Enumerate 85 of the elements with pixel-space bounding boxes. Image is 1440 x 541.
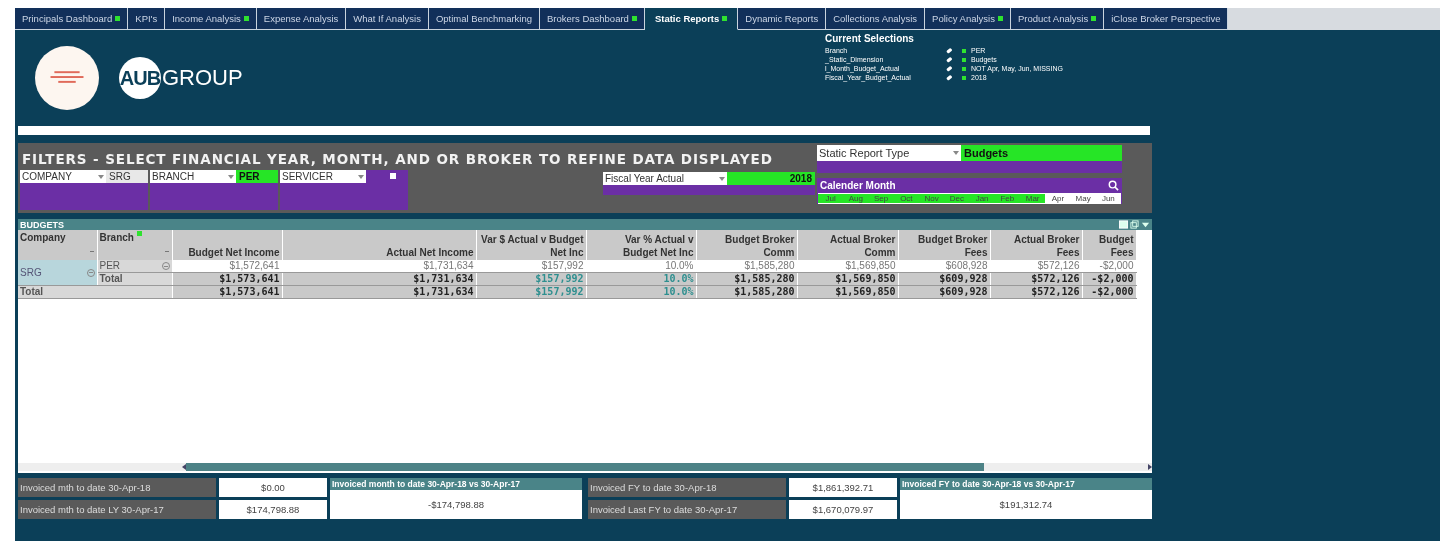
logo-wordmark: GROUP bbox=[162, 65, 243, 91]
filter-dropdown[interactable]: Static Report Type bbox=[817, 145, 961, 161]
horizontal-scrollbar[interactable] bbox=[18, 463, 1152, 471]
summary-value: $0.00 bbox=[219, 478, 327, 497]
month-option[interactable]: May bbox=[1070, 194, 1096, 203]
summary-value: $1,861,392.71 bbox=[789, 478, 897, 497]
table-cell: -$2,000 bbox=[1082, 260, 1136, 273]
selection-marker-icon bbox=[962, 75, 966, 80]
table-title: BUDGETS bbox=[20, 219, 64, 230]
search-icon[interactable] bbox=[1108, 180, 1119, 191]
square-icon bbox=[390, 173, 396, 179]
table-cell: $1,569,850 bbox=[797, 260, 898, 273]
month-option[interactable]: Jun bbox=[1095, 194, 1121, 203]
tab[interactable]: Collections Analysis bbox=[826, 8, 926, 30]
summary-label: Invoiced FY to date 30-Apr-18 bbox=[588, 478, 786, 497]
selection-marker-icon bbox=[962, 66, 966, 71]
column-header[interactable]: Var $ Actual v Budget Net Inc bbox=[476, 230, 586, 260]
tab[interactable]: Brokers Dashboard bbox=[540, 8, 645, 30]
table-cell: $572,126 bbox=[990, 260, 1082, 273]
month-option[interactable]: Nov bbox=[919, 194, 945, 203]
restore-icon[interactable] bbox=[1130, 220, 1139, 229]
tab[interactable]: Policy Analysis bbox=[925, 8, 1011, 30]
month-option[interactable]: Sep bbox=[868, 194, 894, 203]
table-cell: 10.0% bbox=[586, 260, 696, 273]
column-header[interactable]: Budget Net Income bbox=[172, 230, 282, 260]
month-option[interactable]: Jul bbox=[818, 194, 844, 203]
summary-label: Invoiced mth to date LY 30-Apr-17 bbox=[18, 500, 216, 519]
column-header[interactable]: Actual Net Income bbox=[282, 230, 476, 260]
column-header[interactable]: Budget Broker Fees bbox=[898, 230, 990, 260]
tab[interactable]: Product Analysis bbox=[1010, 8, 1105, 30]
selection-marker-icon bbox=[962, 57, 966, 62]
filter-dropdown[interactable]: Fiscal Year Actual bbox=[603, 172, 727, 185]
column-header[interactable]: Company bbox=[18, 230, 97, 260]
summary-label: Invoiced mth to date 30-Apr-18 bbox=[18, 478, 216, 497]
tab[interactable]: iClose Broker Perspective bbox=[1104, 8, 1229, 30]
summary-label: Invoiced Last FY to date 30-Apr-17 bbox=[588, 500, 786, 519]
month-option[interactable]: Jan bbox=[969, 194, 995, 203]
tab[interactable]: KPI's bbox=[128, 8, 166, 30]
month-option[interactable]: Feb bbox=[994, 194, 1020, 203]
filter-value[interactable]: 2018 bbox=[727, 172, 815, 185]
tab[interactable]: Income Analysis bbox=[165, 8, 257, 30]
filter-dropdown[interactable]: SERVICER bbox=[280, 170, 366, 183]
filters-title: FILTERS - SELECT FINANCIAL YEAR, MONTH, AND OR BROKER TO REFINE DATA DISPLAYED bbox=[21, 150, 774, 169]
table-cell: $1,731,634 bbox=[282, 260, 476, 273]
table-cell[interactable]: PER bbox=[97, 260, 172, 273]
dropdown-icon[interactable] bbox=[1141, 220, 1150, 229]
filter-value[interactable]: PER bbox=[236, 170, 278, 183]
summary-value: $174,798.88 bbox=[219, 500, 327, 519]
column-header[interactable]: Var % Actual v Budget Net Inc bbox=[586, 230, 696, 260]
calendar-title: Calender Month bbox=[820, 180, 896, 191]
month-option[interactable]: Apr bbox=[1045, 194, 1071, 203]
tab[interactable]: Optimal Benchmarking bbox=[428, 8, 540, 30]
comparison-value: $191,312.74 bbox=[998, 498, 1054, 512]
summary-value: $1,670,079.97 bbox=[789, 500, 897, 519]
filter-dropdown[interactable]: COMPANY bbox=[20, 170, 106, 183]
comparison-title: Invoiced FY to date 30-Apr-18 vs 30-Apr-17 bbox=[900, 478, 1152, 490]
filter-value[interactable]: Budgets bbox=[961, 145, 1122, 161]
month-option[interactable]: Oct bbox=[893, 194, 919, 203]
comparison-title: Invoiced month to date 30-Apr-18 vs 30-Apr-17 bbox=[330, 478, 582, 490]
filter-dropdown[interactable]: BRANCH bbox=[150, 170, 236, 183]
tab[interactable]: Principals Dashboard bbox=[15, 8, 129, 30]
tab[interactable]: Dynamic Reports bbox=[738, 8, 827, 30]
table-cell: $157,992 bbox=[476, 260, 586, 273]
column-header[interactable]: Actual Broker Fees bbox=[990, 230, 1082, 260]
filter-value[interactable]: SRG bbox=[106, 170, 148, 183]
month-option[interactable]: Aug bbox=[843, 194, 869, 203]
tab[interactable]: Expense Analysis bbox=[256, 8, 347, 30]
column-header[interactable]: Budget Fees bbox=[1082, 230, 1136, 260]
column-header[interactable]: Budget Broker Comm bbox=[696, 230, 797, 260]
selections-title: Current Selections bbox=[825, 33, 915, 44]
tab[interactable]: Static Reports bbox=[644, 8, 739, 30]
caret-icon bbox=[358, 174, 364, 179]
logo-seal-icon bbox=[35, 46, 99, 110]
column-header[interactable]: Actual Broker Comm bbox=[797, 230, 898, 260]
logo-mark: AUB bbox=[119, 57, 161, 99]
month-option[interactable]: Dec bbox=[944, 194, 970, 203]
selection-marker-icon bbox=[962, 48, 966, 53]
table-cell[interactable]: SRG bbox=[18, 260, 97, 286]
table-cell: $1,585,280 bbox=[696, 260, 797, 273]
tab[interactable]: What If Analysis bbox=[346, 8, 429, 30]
column-header[interactable]: Branch bbox=[97, 230, 172, 260]
table-cell: $1,572,641 bbox=[172, 260, 282, 273]
month-option[interactable]: Mar bbox=[1020, 194, 1046, 203]
comparison-value: -$174,798.88 bbox=[427, 498, 485, 512]
table-cell: $608,928 bbox=[898, 260, 990, 273]
